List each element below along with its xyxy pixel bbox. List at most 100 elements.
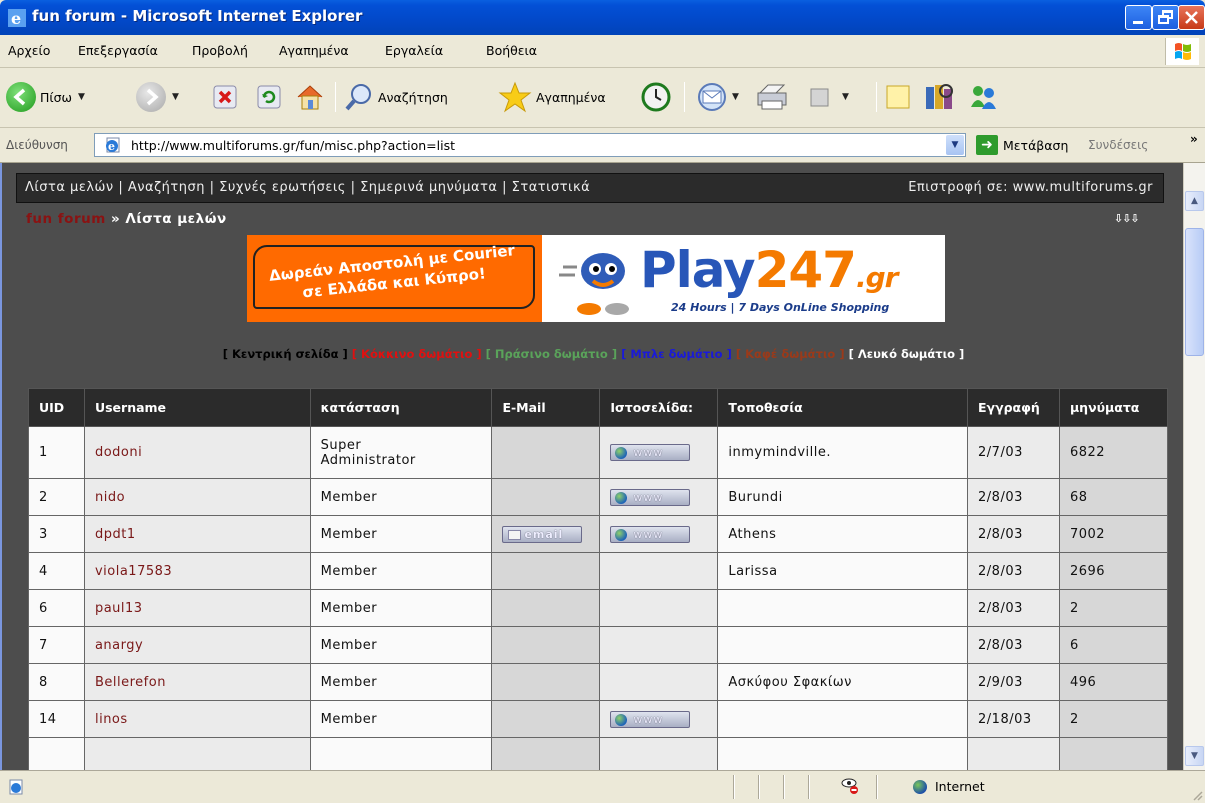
col-header-email[interactable]: E-Mail bbox=[491, 388, 601, 427]
room-link[interactable]: [ Κεντρική σελίδα ] bbox=[223, 347, 352, 361]
col-header-username[interactable]: Username bbox=[83, 388, 311, 427]
cell-email bbox=[491, 426, 601, 479]
links-button[interactable]: Συνδέσεις bbox=[1088, 138, 1148, 152]
nav-divider: | bbox=[118, 180, 128, 195]
location-value: Burundi bbox=[728, 489, 783, 505]
breadcrumb-home-link[interactable]: fun forum bbox=[26, 211, 106, 227]
col-header-website[interactable]: Ιστοσελίδα: bbox=[599, 388, 719, 427]
forward-dropdown-icon[interactable]: ▼ bbox=[172, 92, 179, 102]
cell-posts: 2 bbox=[1058, 700, 1169, 738]
address-dropdown-icon[interactable]: ▼ bbox=[946, 135, 964, 155]
menu-favorites[interactable]: Αγαπημένα bbox=[279, 43, 349, 58]
cell-uid: 3 bbox=[28, 515, 85, 553]
history-icon bbox=[641, 82, 671, 112]
go-button[interactable]: ➜ Μετάβαση bbox=[976, 135, 1068, 155]
room-link[interactable]: [ Καφέ δωμάτιο ] bbox=[736, 347, 849, 361]
cell-email bbox=[491, 626, 601, 664]
col-header-posts[interactable]: μηνύματα bbox=[1058, 388, 1169, 427]
username-link[interactable]: paul13 bbox=[95, 601, 143, 616]
cell-email bbox=[491, 589, 601, 627]
cell-joined: 2/9/03 bbox=[967, 663, 1060, 701]
security-zone[interactable]: Internet bbox=[913, 779, 985, 794]
address-input[interactable]: e http://www.multiforums.gr/fun/misc.php… bbox=[94, 133, 966, 157]
research-button[interactable] bbox=[922, 80, 956, 114]
col-header-joined[interactable]: Εγγραφή bbox=[967, 388, 1060, 427]
username-link[interactable]: dpdt1 bbox=[95, 527, 136, 542]
cell-posts: 2 bbox=[1058, 589, 1169, 627]
room-label: Λευκό δωμάτιο bbox=[857, 347, 955, 361]
back-to-site-link[interactable]: Επιστροφή σε: www.multiforums.gr bbox=[908, 180, 1153, 195]
col-header-location[interactable]: Τοποθεσία bbox=[717, 388, 969, 427]
website-button[interactable]: www bbox=[610, 488, 691, 506]
nav-stats[interactable]: Στατιστικά bbox=[512, 180, 591, 195]
edit-button[interactable]: ▼ bbox=[806, 80, 849, 114]
room-link[interactable]: [ Κόκκινο δωμάτιο ] bbox=[352, 347, 486, 361]
website-button[interactable]: www bbox=[610, 444, 691, 461]
messenger-icon bbox=[971, 86, 996, 109]
search-button[interactable]: Αναζήτηση bbox=[344, 80, 448, 114]
chevron-more-icon[interactable]: » bbox=[1190, 132, 1198, 146]
scroll-thumb[interactable] bbox=[1185, 228, 1204, 356]
print-button[interactable] bbox=[754, 80, 790, 114]
username-link[interactable]: dodoni bbox=[95, 445, 142, 460]
nav-today-posts[interactable]: Σημερινά μηνύματα bbox=[360, 180, 497, 195]
menu-edit[interactable]: Επεξεργασία bbox=[78, 43, 158, 58]
room-link[interactable]: [ Πράσινο δωμάτιο ] bbox=[486, 347, 621, 361]
forward-button[interactable]: ▼ bbox=[136, 80, 179, 114]
history-button[interactable] bbox=[640, 80, 672, 114]
stop-button[interactable] bbox=[212, 80, 238, 114]
nav-search[interactable]: Αναζήτηση bbox=[128, 180, 205, 195]
col-header-uid[interactable]: UID bbox=[28, 388, 85, 427]
website-button[interactable]: www bbox=[610, 525, 691, 543]
username-link[interactable]: viola17583 bbox=[95, 564, 172, 579]
minimize-button[interactable] bbox=[1125, 5, 1152, 30]
scroll-up-arrow-icon[interactable]: ▲ bbox=[1185, 191, 1204, 211]
menu-tools[interactable]: Εργαλεία bbox=[385, 43, 443, 58]
username-link[interactable]: linos bbox=[95, 712, 128, 727]
cell-status: Member bbox=[309, 552, 493, 590]
col-header-status[interactable]: κατάσταση bbox=[309, 388, 493, 427]
resize-grip-icon[interactable] bbox=[1191, 789, 1203, 801]
advertisement-banner[interactable]: Δωρεάν Αποστολή με Courier σε Ελλάδα και… bbox=[247, 235, 945, 322]
nav-memberlist[interactable]: Λίστα μελών bbox=[25, 180, 114, 195]
mail-button[interactable]: ▼ bbox=[696, 80, 739, 114]
discuss-button[interactable] bbox=[884, 80, 912, 114]
room-link[interactable]: [ Μπλε δωμάτιο ] bbox=[621, 347, 736, 361]
menu-file[interactable]: Αρχείο bbox=[8, 43, 50, 58]
close-button[interactable] bbox=[1178, 5, 1205, 30]
mail-dropdown-icon[interactable]: ▼ bbox=[732, 92, 739, 102]
cell-website: www bbox=[599, 515, 719, 553]
window-title-bar[interactable]: e fun forum - Microsoft Internet Explore… bbox=[0, 0, 1205, 35]
refresh-button[interactable] bbox=[256, 80, 282, 114]
email-button[interactable]: email bbox=[502, 525, 583, 543]
username-link[interactable]: Bellerefon bbox=[95, 675, 166, 690]
favorites-button[interactable]: Αγαπημένα bbox=[498, 80, 606, 114]
menu-help[interactable]: Βοήθεια bbox=[486, 43, 537, 58]
menu-view[interactable]: Προβολή bbox=[192, 43, 248, 58]
back-dropdown-icon[interactable]: ▼ bbox=[78, 92, 85, 102]
table-row: 2 nido Member www Burundi 2/8/03 68 bbox=[28, 478, 1169, 516]
scroll-down-arrow-icon[interactable]: ▼ bbox=[1185, 746, 1204, 766]
privacy-blocked-icon[interactable] bbox=[840, 777, 860, 795]
restore-button[interactable] bbox=[1152, 5, 1179, 30]
edit-dropdown-icon[interactable]: ▼ bbox=[842, 92, 849, 102]
username-link[interactable]: nido bbox=[95, 490, 125, 505]
status-value: Super bbox=[320, 437, 362, 453]
nav-divider: | bbox=[502, 180, 512, 195]
cell-empty bbox=[309, 737, 493, 770]
jump-down-arrows-icon[interactable]: ⇩⇩⇩ bbox=[1114, 212, 1140, 225]
location-value: Larissa bbox=[728, 563, 778, 579]
room-link[interactable]: [ Λευκό δωμάτιο ] bbox=[849, 347, 965, 361]
notes-icon bbox=[886, 85, 910, 109]
website-button[interactable]: www bbox=[610, 710, 691, 728]
username-link[interactable]: anargy bbox=[95, 638, 143, 653]
cell-empty bbox=[717, 737, 969, 770]
forward-arrow-icon bbox=[136, 82, 166, 112]
nav-faq[interactable]: Συχνές ερωτήσεις bbox=[219, 180, 346, 195]
delivery-mascot-icon bbox=[559, 253, 629, 315]
internet-zone-icon bbox=[913, 779, 927, 794]
home-button[interactable] bbox=[294, 80, 326, 114]
messenger-button[interactable] bbox=[966, 80, 1000, 114]
vertical-scrollbar[interactable]: ▲ ▼ bbox=[1183, 163, 1205, 770]
back-button[interactable]: Πίσω ▼ bbox=[6, 80, 85, 114]
